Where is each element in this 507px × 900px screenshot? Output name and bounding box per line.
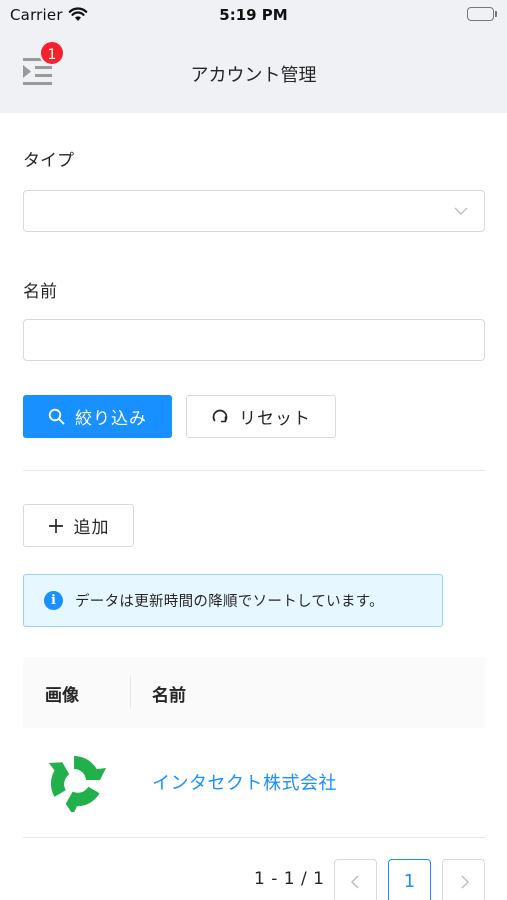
page-title: アカウント管理 xyxy=(190,65,317,86)
info-circle-icon: i xyxy=(44,591,63,610)
chevron-down-icon xyxy=(454,207,468,215)
reset-button[interactable]: リセット xyxy=(186,395,336,438)
chevron-right-icon xyxy=(460,874,469,889)
search-button-label: 絞り込み xyxy=(75,409,147,429)
column-header-name: 名前 xyxy=(152,686,186,706)
plus-icon xyxy=(48,518,63,533)
row-name-link[interactable]: インタセクト株式会社 xyxy=(152,769,337,795)
add-button-label: 追加 xyxy=(73,518,110,538)
name-label: 名前 xyxy=(23,282,57,302)
column-separator xyxy=(130,676,131,708)
search-button[interactable]: 絞り込み xyxy=(23,395,172,438)
alert-message: データは更新時間の降順でソートしています。 xyxy=(75,594,384,610)
status-bar: Carrier 5:19 PM xyxy=(0,0,507,30)
info-alert: i データは更新時間の降順でソートしています。 xyxy=(23,574,443,627)
add-button[interactable]: 追加 xyxy=(23,504,134,547)
name-input[interactable] xyxy=(23,319,485,361)
column-header-image: 画像 xyxy=(45,686,79,706)
company-logo-image xyxy=(48,755,106,812)
reload-icon xyxy=(212,409,228,422)
status-time: 5:19 PM xyxy=(219,6,288,24)
prev-page-button[interactable] xyxy=(334,859,377,900)
next-page-button[interactable] xyxy=(442,859,485,900)
page-1-button[interactable]: 1 xyxy=(388,859,431,900)
reset-button-label: リセット xyxy=(239,409,311,429)
table-row: インタセクト株式会社 xyxy=(23,728,485,838)
table-header: 画像 名前 xyxy=(23,657,485,728)
type-label: タイプ xyxy=(23,151,74,171)
divider xyxy=(23,470,485,471)
type-select[interactable] xyxy=(23,190,485,232)
search-icon xyxy=(48,408,65,425)
battery-icon xyxy=(467,7,497,21)
chevron-left-icon xyxy=(350,874,359,889)
pagination-summary: 1 - 1 / 1 xyxy=(254,869,325,889)
